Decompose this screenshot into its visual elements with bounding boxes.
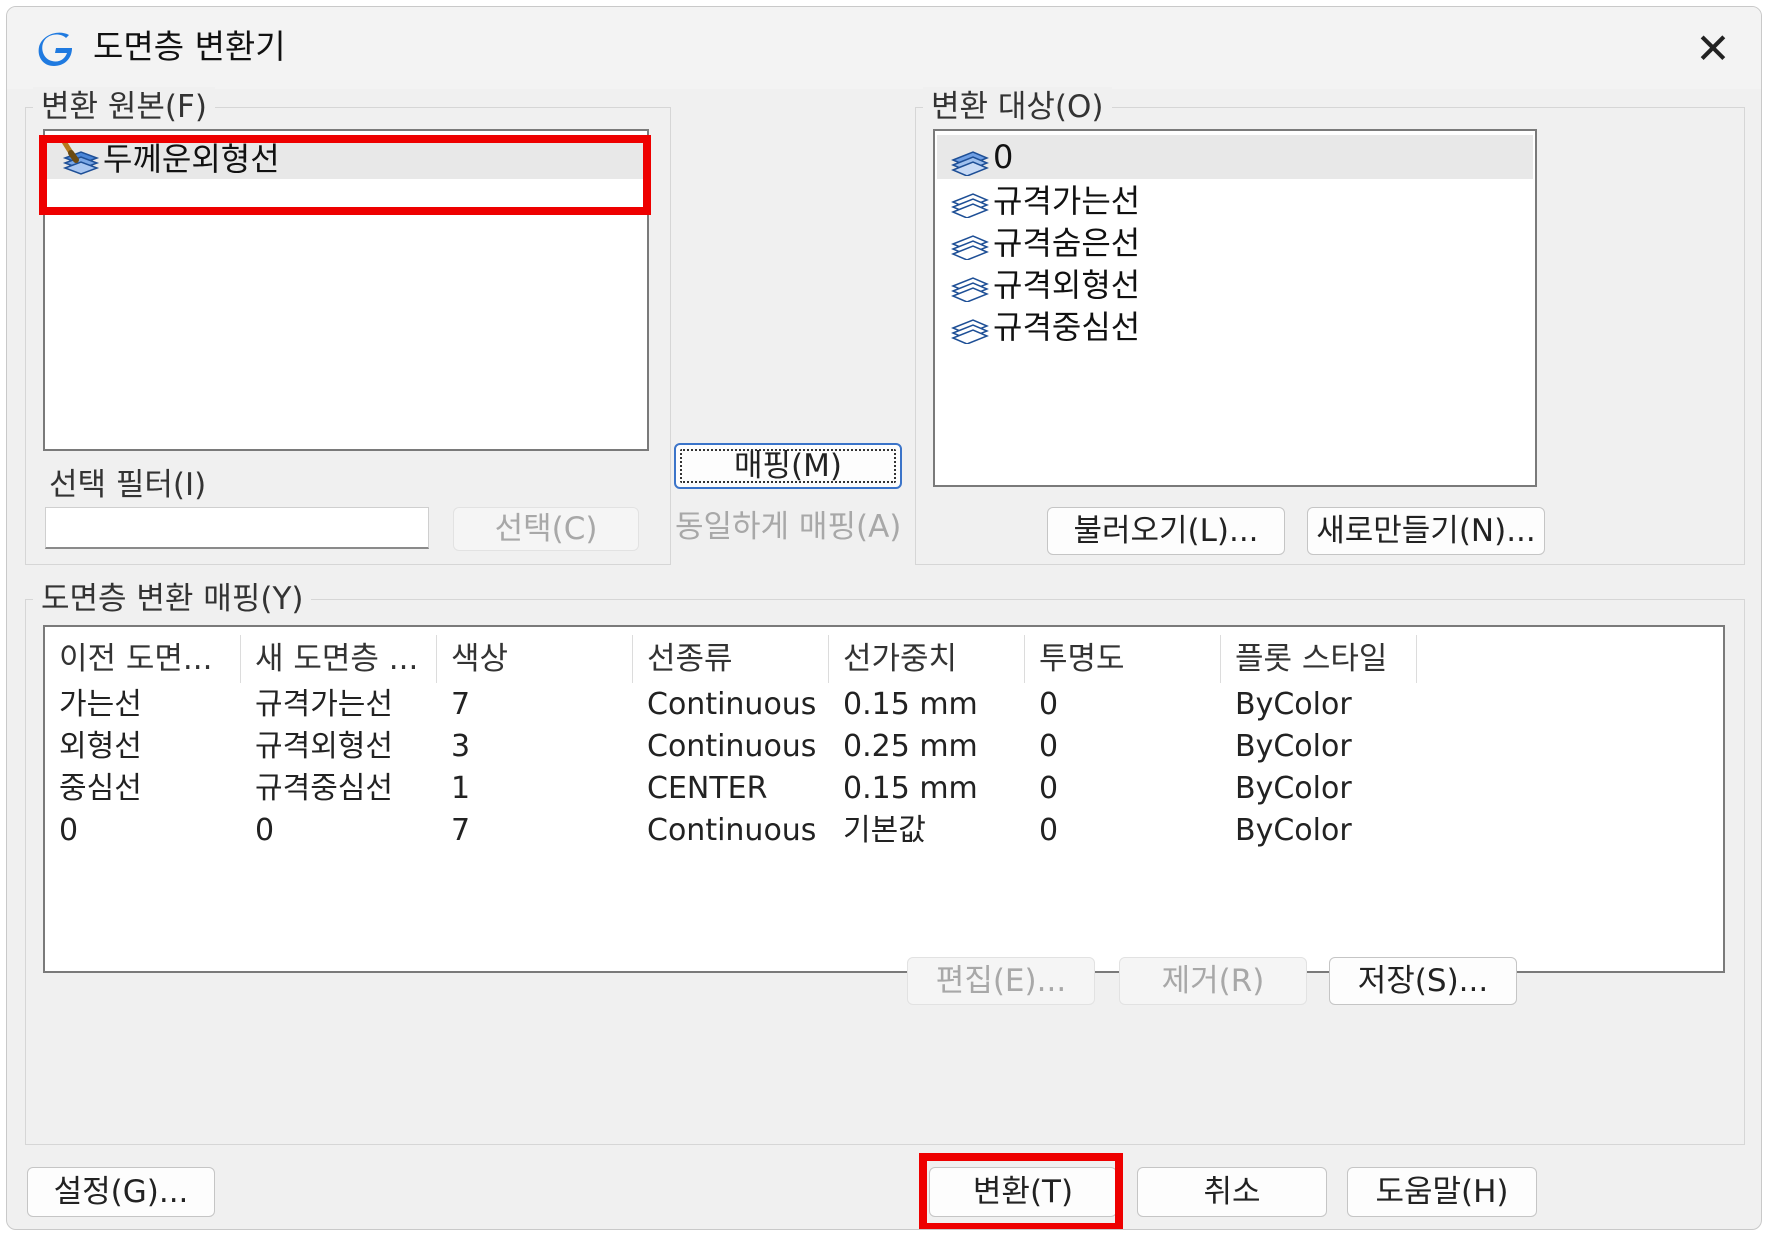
filter-label: 선택 필터(I) (49, 467, 207, 503)
table-cell: 규격외형선 (255, 729, 393, 764)
column-header[interactable]: 선가중치 (829, 635, 1025, 683)
table-row[interactable]: 0 0 7 Continuous 기본값 0 ByColor (45, 811, 1723, 851)
list-item[interactable]: 규격숨은선 (949, 219, 1140, 263)
remove-button[interactable]: 제거(R) (1119, 957, 1307, 1005)
target-item-label: 0 (993, 138, 1014, 176)
table-cell: CENTER (647, 771, 768, 806)
column-header[interactable]: 투명도 (1025, 635, 1221, 683)
app-logo-icon (38, 32, 72, 66)
map-button-label: 매핑(M) (734, 448, 842, 484)
target-item-label: 규격가는선 (993, 182, 1141, 220)
table-cell: 외형선 (59, 729, 142, 764)
layer-icon (951, 193, 989, 218)
edit-button[interactable]: 편집(E)... (907, 957, 1095, 1005)
table-cell: ByColor (1235, 771, 1352, 806)
cancel-button[interactable]: 취소 (1137, 1167, 1327, 1217)
table-cell: 0 (1039, 687, 1059, 722)
list-item[interactable]: 규격가는선 (949, 177, 1140, 221)
source-group-label: 변환 원본(F) (33, 87, 215, 127)
column-header[interactable]: 이전 도면... (45, 635, 241, 683)
mapping-table[interactable]: 이전 도면... 새 도면층 ... 색상 선종류 선가중치 투명도 플롯 스타… (43, 625, 1725, 973)
table-cell: 7 (451, 687, 471, 722)
close-icon[interactable]: ✕ (1685, 21, 1741, 77)
title-bar: 도면층 변환기 ✕ (7, 7, 1761, 89)
table-cell: 0 (59, 813, 79, 848)
settings-button[interactable]: 설정(G)... (27, 1167, 215, 1217)
table-row[interactable]: 중심선 규격중심선 1 CENTER 0.15 mm 0 ByColor (45, 769, 1723, 809)
table-cell: 규격중심선 (255, 771, 393, 806)
table-row[interactable]: 가는선 규격가는선 7 Continuous 0.15 mm 0 ByColor (45, 685, 1723, 725)
select-button[interactable]: 선택(C) (453, 507, 639, 551)
table-cell: 0.25 mm (843, 729, 978, 764)
table-row[interactable]: 외형선 규격외형선 3 Continuous 0.25 mm 0 ByColor (45, 727, 1723, 767)
table-cell: ByColor (1235, 729, 1352, 764)
table-cell: 규격가는선 (255, 687, 393, 722)
table-cell: 0 (1039, 813, 1059, 848)
table-cell: 0.15 mm (843, 771, 978, 806)
table-cell: Continuous (647, 813, 817, 848)
help-button[interactable]: 도움말(H) (1347, 1167, 1537, 1217)
table-cell: Continuous (647, 687, 817, 722)
mapping-group-label: 도면층 변환 매핑(Y) (33, 579, 312, 619)
table-cell: ByColor (1235, 813, 1352, 848)
layer-icon (951, 235, 989, 260)
table-cell: Continuous (647, 729, 817, 764)
table-cell: 0 (1039, 771, 1059, 806)
column-header[interactable]: 플롯 스타일 (1221, 635, 1417, 683)
list-item[interactable]: 규격중심선 (949, 303, 1140, 347)
list-item[interactable]: 두께운외형선 (47, 135, 645, 179)
column-header[interactable]: 선종류 (633, 635, 829, 683)
table-cell: 0 (255, 813, 275, 848)
layer-icon (951, 151, 989, 176)
table-cell: 7 (451, 813, 471, 848)
table-cell: 0.15 mm (843, 687, 978, 722)
target-item-label: 규격숨은선 (993, 224, 1141, 262)
table-cell: 0 (1039, 729, 1059, 764)
layer-icon (951, 319, 989, 344)
target-item-label: 규격중심선 (993, 308, 1141, 346)
table-cell: ByColor (1235, 687, 1352, 722)
layer-translator-dialog: 도면층 변환기 ✕ 변환 원본(F) 두께운외형선 선택 필터(I) 선택(C)… (6, 6, 1762, 1230)
source-layer-list[interactable]: 두께운외형선 (43, 129, 649, 451)
map-same-button[interactable]: 동일하게 매핑(A) (675, 507, 901, 547)
column-header[interactable]: 색상 (437, 635, 633, 683)
layer-brush-icon (60, 138, 100, 175)
list-item[interactable]: 0 (937, 135, 1533, 179)
layer-icon (951, 277, 989, 302)
load-button[interactable]: 불러오기(L)... (1047, 507, 1285, 555)
table-cell: 가는선 (59, 687, 142, 722)
target-item-label: 규격외형선 (993, 266, 1141, 304)
list-item[interactable]: 규격외형선 (949, 261, 1140, 305)
save-button[interactable]: 저장(S)... (1329, 957, 1517, 1005)
filter-input[interactable] (45, 507, 429, 549)
table-cell: 3 (451, 729, 471, 764)
target-group-label: 변환 대상(O) (923, 87, 1112, 127)
convert-button[interactable]: 변환(T) (929, 1167, 1117, 1217)
table-cell: 중심선 (59, 771, 142, 806)
source-item-label: 두께운외형선 (103, 140, 280, 178)
table-cell: 1 (451, 771, 471, 806)
window-title: 도면층 변환기 (93, 27, 286, 66)
map-button[interactable]: 매핑(M) (674, 443, 902, 489)
table-cell: 기본값 (843, 813, 926, 848)
new-layer-button[interactable]: 새로만들기(N)... (1307, 507, 1545, 555)
target-layer-list[interactable]: 0 규격가는선 규격숨은선 규격외형선 규격중심선 (933, 129, 1537, 487)
column-header[interactable]: 새 도면층 ... (241, 635, 437, 683)
